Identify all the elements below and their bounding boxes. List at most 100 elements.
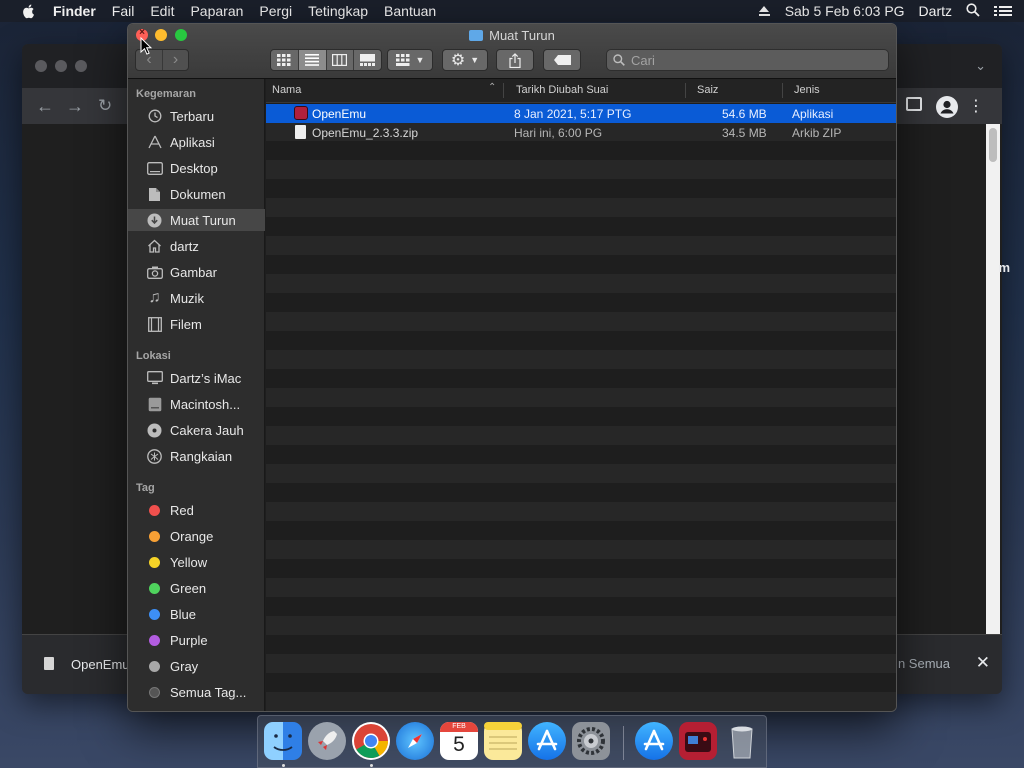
profile-avatar-icon[interactable] xyxy=(936,96,958,118)
chrome-minimize-button[interactable] xyxy=(55,60,67,72)
column-header-modified[interactable]: Tarikh Diubah Suai xyxy=(516,84,608,96)
sidebar-tag-green[interactable]: Green xyxy=(128,577,265,599)
all-tags-icon xyxy=(149,686,160,698)
sidebar-item-music[interactable]: ♫ Muzik xyxy=(128,287,265,309)
download-icon xyxy=(146,213,163,228)
menu-app-name[interactable]: Finder xyxy=(53,3,96,19)
chrome-zoom-button[interactable] xyxy=(75,60,87,72)
sidebar-item-home[interactable]: dartz xyxy=(128,235,265,257)
sidebar-item-movies[interactable]: Filem xyxy=(128,313,265,335)
sidebar-item-imac[interactable]: Dartz’s iMac xyxy=(128,367,265,389)
action-menu-button[interactable]: ⚙ ▼ xyxy=(442,49,488,71)
column-header-kind[interactable]: Jenis xyxy=(794,84,820,96)
more-menu-icon[interactable]: ⋮ xyxy=(968,96,984,116)
chrome-close-button[interactable] xyxy=(35,60,47,72)
file-kind: Aplikasi xyxy=(792,107,834,121)
chrome-dock-icon[interactable] xyxy=(352,722,390,760)
menu-window[interactable]: Tetingkap xyxy=(308,3,368,19)
reload-icon[interactable]: ↻ xyxy=(98,96,112,116)
column-header-row: Nama ⌃ Tarikh Diubah Suai Saiz Jenis xyxy=(266,79,896,103)
file-list: Nama ⌃ Tarikh Diubah Suai Saiz Jenis Ope… xyxy=(266,79,896,711)
tag-gray-dot xyxy=(149,660,160,672)
search-field[interactable] xyxy=(606,49,889,71)
view-mode-control xyxy=(270,49,382,71)
spotlight-search-icon[interactable] xyxy=(966,2,980,20)
sidebar-item-downloads[interactable]: Muat Turun xyxy=(128,209,265,231)
sidebar-item-label: Red xyxy=(170,502,194,518)
sidebar-tag-yellow[interactable]: Yellow xyxy=(128,551,265,573)
folder-icon xyxy=(469,30,484,41)
finder-dock-icon[interactable] xyxy=(264,722,302,760)
menu-bar: Finder Fail Edit Paparan Pergi Tetingkap… xyxy=(0,0,1024,22)
eject-icon[interactable] xyxy=(758,5,771,17)
show-all-downloads-link[interactable]: n Semua xyxy=(898,656,950,671)
openemu-app-icon xyxy=(294,106,308,120)
app-store-dock-icon[interactable] xyxy=(528,722,566,760)
icon-view-button[interactable] xyxy=(271,50,298,70)
safari-dock-icon[interactable] xyxy=(396,722,434,760)
forward-button[interactable]: › xyxy=(161,50,188,70)
trash-dock-icon[interactable] xyxy=(723,722,761,760)
side-panel-icon[interactable] xyxy=(906,97,922,111)
download-item-name[interactable]: OpenEmu xyxy=(71,657,130,672)
system-preferences-dock-icon[interactable] xyxy=(572,722,610,760)
menu-go[interactable]: Pergi xyxy=(259,3,292,19)
network-icon xyxy=(146,448,163,464)
openemu-dock-icon[interactable] xyxy=(679,722,717,760)
sidebar-item-documents[interactable]: Dokumen xyxy=(128,183,265,205)
sidebar-item-recents[interactable]: Terbaru xyxy=(128,105,265,127)
forward-arrow-icon[interactable]: → xyxy=(66,96,84,117)
sidebar-tag-purple[interactable]: Purple xyxy=(128,629,265,651)
notification-center-icon[interactable] xyxy=(994,5,1012,17)
sidebar-tag-gray[interactable]: Gray xyxy=(128,655,265,677)
close-download-shelf-icon[interactable]: ✕ xyxy=(976,653,990,673)
disc-icon xyxy=(146,423,163,438)
back-arrow-icon[interactable]: ← xyxy=(36,96,54,117)
menu-user[interactable]: Dartz xyxy=(919,3,952,19)
list-view-button[interactable] xyxy=(297,50,326,70)
menu-file[interactable]: Fail xyxy=(112,3,135,19)
sidebar-item-remote-disc[interactable]: Cakera Jauh xyxy=(128,419,265,441)
menu-help[interactable]: Bantuan xyxy=(384,3,436,19)
grid-icon xyxy=(277,54,291,66)
search-input[interactable] xyxy=(631,52,871,68)
mouse-cursor-icon xyxy=(140,37,152,55)
menu-view[interactable]: Paparan xyxy=(190,3,243,19)
tag-green-dot xyxy=(149,582,160,594)
calendar-dock-icon[interactable]: FEB 5 xyxy=(440,722,478,760)
sidebar-tag-all[interactable]: Semua Tag... xyxy=(128,681,265,703)
column-view-button[interactable] xyxy=(325,50,354,70)
menu-extras: Sab 5 Feb 6:03 PG Dartz xyxy=(744,0,1012,22)
sidebar-item-pictures[interactable]: Gambar xyxy=(128,261,265,283)
file-row-openemu[interactable]: OpenEmu 8 Jan 2021, 5:17 PTG 54.6 MB Apl… xyxy=(266,104,896,123)
sidebar-item-desktop[interactable]: Desktop xyxy=(128,157,265,179)
file-row-openemu-zip[interactable]: OpenEmu_2.3.3.zip Hari ini, 6:00 PG 34.5… xyxy=(266,123,896,142)
notes-dock-icon[interactable] xyxy=(484,722,522,760)
gallery-view-button[interactable] xyxy=(353,50,381,70)
menu-edit[interactable]: Edit xyxy=(150,3,174,19)
menu-clock[interactable]: Sab 5 Feb 6:03 PG xyxy=(785,3,905,19)
launchpad-dock-icon[interactable] xyxy=(308,722,346,760)
tags-button[interactable] xyxy=(543,49,581,71)
share-button[interactable] xyxy=(496,49,534,71)
sidebar-tag-red[interactable]: Red xyxy=(128,499,265,521)
sidebar-item-applications[interactable]: Aplikasi xyxy=(128,131,265,153)
column-header-size[interactable]: Saiz xyxy=(697,84,718,96)
list-icon xyxy=(305,54,320,66)
sidebar-item-label: Desktop xyxy=(170,160,218,176)
chrome-scrollbar[interactable] xyxy=(986,124,1000,634)
sidebar-item-label: Rangkaian xyxy=(170,448,233,464)
group-by-button[interactable]: ▼ xyxy=(387,49,433,71)
downloads-app-store-dock-icon[interactable] xyxy=(635,722,673,760)
apple-menu-icon[interactable] xyxy=(19,3,39,19)
search-icon xyxy=(613,54,625,66)
calendar-month: FEB xyxy=(440,722,478,732)
chevron-down-icon[interactable]: ⌄ xyxy=(975,58,986,74)
sidebar-item-label: Gambar xyxy=(170,264,217,280)
column-header-name[interactable]: Nama xyxy=(272,84,301,96)
download-file-icon xyxy=(44,657,54,670)
sidebar-item-macintosh-hd[interactable]: Macintosh... xyxy=(128,393,265,415)
sidebar-tag-blue[interactable]: Blue xyxy=(128,603,265,625)
sidebar-item-network[interactable]: Rangkaian xyxy=(128,445,265,467)
sidebar-tag-orange[interactable]: Orange xyxy=(128,525,265,547)
